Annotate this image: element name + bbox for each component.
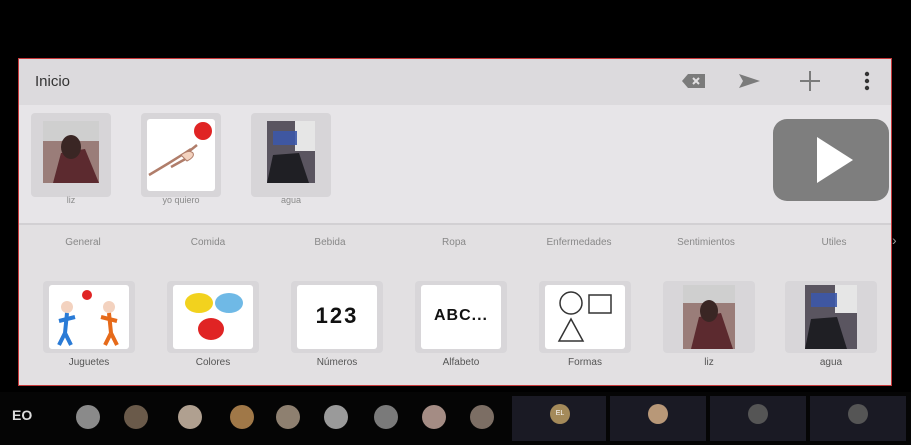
agua-photo-icon [267,121,315,183]
numeros-pictogram-text: 123 [315,303,359,328]
play-button[interactable] [773,119,889,201]
backspace-icon[interactable] [679,69,709,93]
colores-pictogram-icon [173,285,253,349]
send-icon[interactable] [735,69,765,93]
video-top-bar [0,0,911,56]
tab-general[interactable]: General [33,237,133,248]
card-label: Juguetes [68,357,110,368]
play-icon [817,137,853,183]
agua-photo-icon [805,285,857,349]
participant-avatar[interactable] [374,405,398,429]
juguetes-pictogram-icon [49,285,129,349]
tab-bebida[interactable]: Bebida [280,237,380,248]
tab-sentimientos[interactable]: Sentimientos [656,237,756,248]
card-label: agua [819,357,843,368]
scroll-right-chevron-icon[interactable]: › [892,232,897,248]
card-label: Formas [568,357,602,368]
more-vert-icon[interactable] [857,69,877,93]
liz-photo-icon [683,285,735,349]
sentence-item-agua[interactable] [251,113,331,197]
card-colores[interactable] [167,281,259,353]
yo-quiero-pictogram-icon [147,119,215,191]
card-label: Alfabeto [442,357,480,368]
card-liz[interactable] [663,281,755,353]
sentence-item-yo-quiero[interactable] [141,113,221,197]
add-icon[interactable] [795,69,825,93]
participant-avatar [848,404,868,424]
participant-avatar[interactable] [276,405,300,429]
participant-avatar[interactable] [324,405,348,429]
participant-avatar[interactable] [124,405,148,429]
card-agua[interactable] [785,281,877,353]
app-window: Inicio liz yo quiero agua General Comida… [18,58,892,386]
card-label: Números [316,357,358,368]
participant-label: EO [12,407,33,423]
alfabeto-pictogram-text: ABC... [434,307,488,324]
video-call-participants-bar: EO EL [0,392,911,445]
participant-avatar[interactable] [230,405,254,429]
participant-avatar[interactable] [178,405,202,429]
participant-avatar[interactable] [76,405,100,429]
tab-ropa[interactable]: Ropa [404,237,504,248]
tab-utiles[interactable]: Utiles [784,237,884,248]
sentence-item-label: liz [66,195,76,205]
liz-photo-icon [43,121,99,183]
sentence-bar[interactable]: liz yo quiero agua [19,105,891,225]
participant-avatar [748,404,768,424]
participant-tile[interactable] [710,396,806,441]
formas-pictogram-icon [545,285,625,349]
sentence-item-label: agua [280,195,302,205]
sentence-item-liz[interactable] [31,113,111,197]
participant-initials: EL [550,404,570,424]
participant-avatar[interactable] [422,405,446,429]
tab-enfermedades[interactable]: Enfermedades [529,237,629,248]
tab-comida[interactable]: Comida [158,237,258,248]
card-numeros[interactable]: 123 [291,281,383,353]
page-title: Inicio [35,73,71,90]
participant-avatar[interactable] [470,405,494,429]
app-header: Inicio [19,59,891,105]
participant-tile[interactable] [610,396,706,441]
card-label: liz [704,357,714,368]
card-juguetes[interactable] [43,281,135,353]
sentence-item-label: yo quiero [162,195,200,205]
participant-tile[interactable]: EL [512,396,606,441]
card-formas[interactable] [539,281,631,353]
card-label: Colores [195,357,231,368]
card-alfabeto[interactable]: ABC... [415,281,507,353]
participant-tile[interactable] [810,396,906,441]
participant-avatar [648,404,668,424]
